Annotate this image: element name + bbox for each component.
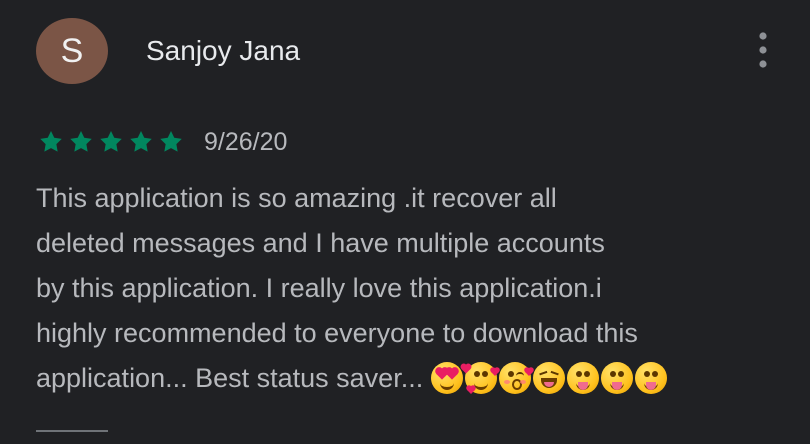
review-card: S Sanjoy Jana 9/26/20 This application i…	[0, 0, 810, 444]
avatar: S	[36, 18, 108, 84]
face-with-tongue-emoji-icon	[635, 362, 668, 394]
more-options-button[interactable]	[746, 26, 780, 74]
face-blowing-kiss-emoji-icon	[499, 362, 534, 394]
divider	[36, 430, 108, 432]
star-icon	[66, 128, 96, 156]
face-with-tongue-emoji-icon	[601, 362, 634, 394]
star-rating	[36, 128, 186, 156]
smiling-face-with-hearts-emoji-icon	[461, 362, 500, 394]
reviewer-name: Sanjoy Jana	[146, 35, 301, 66]
squinting-tongue-emoji-icon	[533, 362, 566, 394]
rating-row: 9/26/20	[36, 124, 287, 160]
review-date: 9/26/20	[204, 128, 288, 156]
star-icon	[156, 128, 186, 156]
star-icon	[126, 128, 156, 156]
avatar-initial: S	[60, 32, 84, 70]
face-with-tongue-emoji-icon	[567, 362, 600, 394]
star-icon	[36, 128, 66, 156]
heart-eyes-emoji-icon	[431, 362, 464, 394]
more-vert-icon	[759, 32, 767, 68]
star-icon	[96, 128, 126, 156]
review-body: This application is so amazing .it recov…	[36, 176, 784, 401]
emoji-row	[431, 362, 668, 394]
